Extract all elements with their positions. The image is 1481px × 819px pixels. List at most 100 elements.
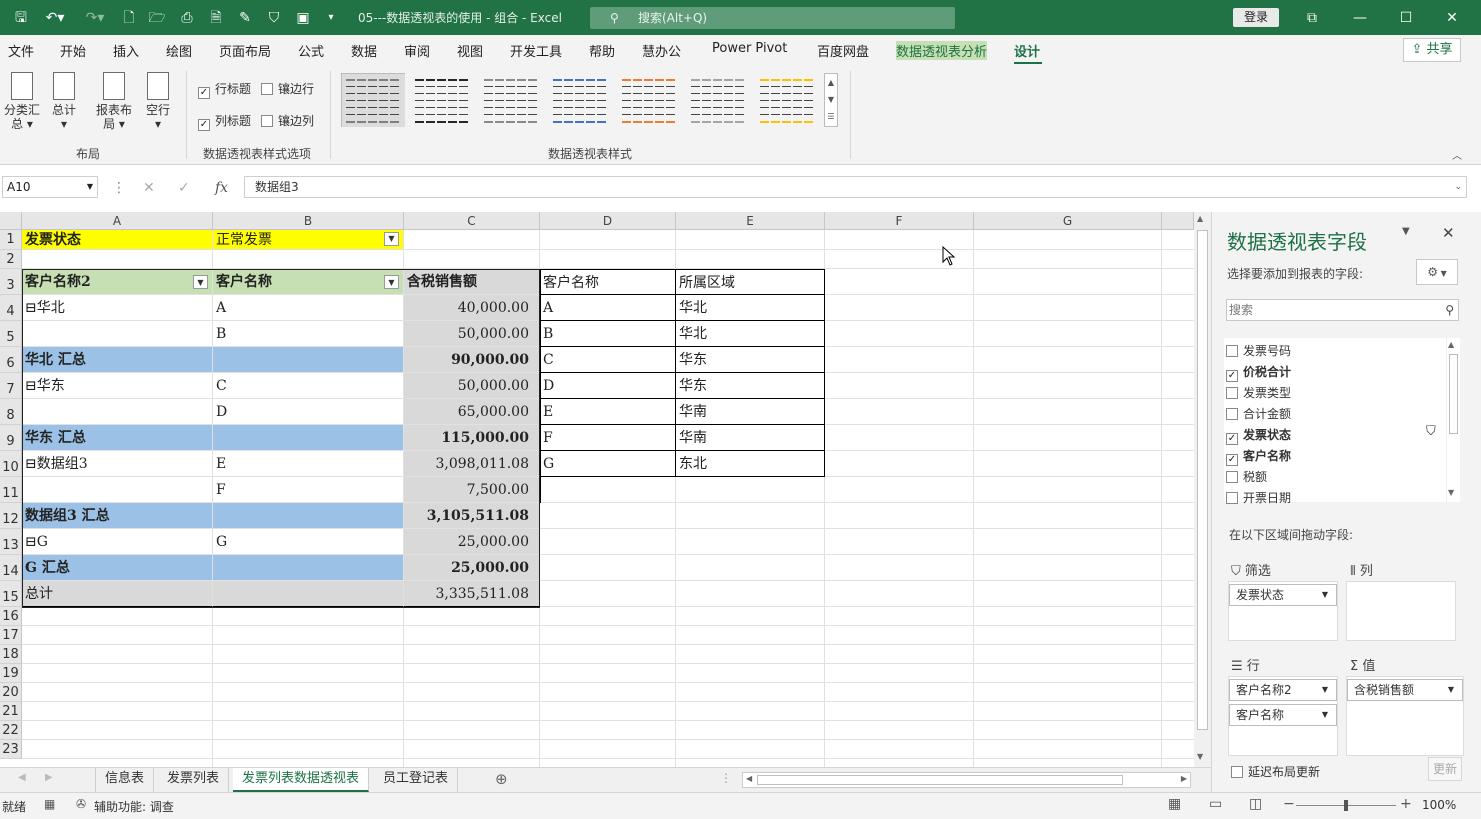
accessibility-status[interactable]: 辅助功能: 调查	[94, 798, 174, 815]
cell-d6[interactable]: C	[540, 347, 676, 373]
collapse-ribbon-icon[interactable]: ︿	[1452, 147, 1462, 162]
tab-page-layout[interactable]: 页面布局	[219, 41, 271, 60]
sheet-tab-invoice-list[interactable]: 发票列表	[158, 768, 230, 792]
column-headers-checkbox[interactable]: ✓ 列标题	[198, 112, 251, 131]
sheet-tab-invoice-pivot[interactable]: 发票列表数据透视表	[233, 768, 370, 792]
save-icon[interactable]: 🖫	[12, 9, 30, 27]
columns-area[interactable]	[1346, 581, 1456, 641]
cell-b8[interactable]: D	[213, 399, 404, 425]
column-header-c[interactable]: C	[404, 212, 540, 230]
row-item-customer-name2[interactable]: 客户名称2 ▼	[1229, 679, 1337, 701]
row-header-5[interactable]: 5	[0, 321, 22, 347]
tab-baidu-netdisk[interactable]: 百度网盘	[817, 41, 869, 60]
tab-help[interactable]: 帮助	[589, 41, 615, 60]
field-customer-name[interactable]: ✓ 客户名称	[1226, 447, 1291, 466]
pivot-style-thumbnail[interactable]	[755, 73, 819, 127]
field-invoice-number[interactable]: 发票号码	[1226, 342, 1291, 359]
sheet-tab-info[interactable]: 信息表	[95, 768, 155, 792]
tab-insert[interactable]: 插入	[113, 41, 139, 60]
row-header-12[interactable]: 12	[0, 503, 22, 529]
tab-formulas[interactable]: 公式	[298, 41, 324, 60]
accessibility-icon[interactable]: ✇	[76, 797, 86, 811]
cell-e9[interactable]: 华南	[676, 425, 825, 451]
sheet-tab-employee[interactable]: 员工登记表	[374, 768, 459, 792]
filter-icon[interactable]: ⛉	[1426, 424, 1436, 439]
tab-pivot-analyze[interactable]: 数据透视表分析	[896, 41, 988, 60]
open-folder-icon[interactable]: 🗁	[148, 9, 166, 27]
row-header-3[interactable]: 3	[0, 269, 22, 295]
cell-b9[interactable]	[213, 425, 404, 451]
scroll-down-icon[interactable]: ▼	[1448, 488, 1454, 497]
print-preview-icon[interactable]: 🗎	[207, 9, 225, 27]
filter-applied-icon[interactable]: ▼	[384, 232, 399, 246]
chevron-up-icon[interactable]: ▲	[828, 78, 834, 87]
dropdown-arrow-icon[interactable]: ▼	[384, 275, 399, 289]
cell-a6[interactable]: 华北 汇总	[22, 347, 213, 373]
cell-c6[interactable]: 90,000.00	[404, 347, 540, 373]
tab-draw[interactable]: 绘图	[166, 41, 192, 60]
gallery-more-icon[interactable]: ☰	[827, 112, 834, 121]
row-headers-checkbox[interactable]: ✓ 行标题	[198, 80, 251, 99]
cell-b6[interactable]	[213, 347, 404, 373]
cell-a9[interactable]: 华东 汇总	[22, 425, 213, 451]
enter-icon[interactable]: ✓	[178, 180, 190, 196]
h-scroll-thumb[interactable]	[757, 775, 1123, 785]
formula-input[interactable]: 数据组3 ⌄	[244, 176, 1467, 198]
close-pane-icon[interactable]: ✕	[1442, 224, 1455, 242]
banded-columns-checkbox[interactable]: 镶边列	[261, 112, 314, 129]
add-sheet-icon[interactable]: ⊕	[495, 770, 508, 788]
cell-e5[interactable]: 华北	[676, 321, 825, 347]
undo-icon[interactable]: ↶▾	[42, 9, 68, 27]
cell-c3[interactable]: 含税销售额	[404, 269, 540, 295]
blank-rows-button[interactable]: 空行 ▾	[142, 72, 174, 131]
zoom-slider-thumb[interactable]	[1344, 800, 1348, 811]
cell-b4[interactable]: A	[213, 295, 404, 321]
cell-a7[interactable]: ⊟华东	[22, 373, 213, 399]
tab-power-pivot[interactable]: Power Pivot	[712, 41, 787, 56]
row-header-6[interactable]: 6	[0, 347, 22, 373]
zoom-level[interactable]: 100%	[1422, 798, 1456, 812]
cell-c14[interactable]: 25,000.00	[404, 555, 540, 581]
field-list-scrollbar[interactable]: ▲ ▼	[1446, 338, 1460, 502]
cell-b7[interactable]: C	[213, 373, 404, 399]
row-header-7[interactable]: 7	[0, 373, 22, 399]
scroll-right-icon[interactable]: ▶	[1181, 774, 1187, 783]
prev-sheet-icon[interactable]: ◀	[18, 772, 26, 783]
row-header-13[interactable]: 13	[0, 529, 22, 555]
page-break-view-icon[interactable]: ◫	[1249, 796, 1262, 812]
row-header-4[interactable]: 4	[0, 295, 22, 321]
cell-c9[interactable]: 115,000.00	[404, 425, 540, 451]
cell-b1[interactable]: 正常发票 ▼	[213, 230, 404, 250]
column-header-e[interactable]: E	[676, 212, 825, 230]
cell-b11[interactable]: F	[213, 477, 404, 503]
cell-d10[interactable]: G	[540, 451, 676, 477]
zoom-out-icon[interactable]: −	[1283, 796, 1295, 812]
cell-c10[interactable]: 3,098,011.08	[404, 451, 540, 477]
cell-b14[interactable]	[213, 555, 404, 581]
vertical-scrollbar[interactable]: ▲ ▼	[1194, 212, 1211, 767]
column-header-g[interactable]: G	[974, 212, 1162, 230]
row-header-17[interactable]: 17	[0, 626, 22, 645]
report-layout-button[interactable]: 报表布局 ▾	[94, 72, 134, 131]
minimize-icon[interactable]: —	[1350, 9, 1370, 27]
cell-a13[interactable]: ⊟G	[22, 529, 213, 555]
row-header-21[interactable]: 21	[0, 702, 22, 721]
insert-function-icon[interactable]: fx	[215, 180, 228, 196]
row-header-20[interactable]: 20	[0, 683, 22, 702]
cell-e7[interactable]: 华东	[676, 373, 825, 399]
chevron-down-icon[interactable]: ▼	[87, 177, 93, 197]
maximize-icon[interactable]: ☐	[1396, 9, 1416, 27]
pane-options-icon[interactable]: ▼	[1402, 226, 1410, 237]
scroll-down-icon[interactable]: ▼	[1197, 752, 1203, 761]
horizontal-scrollbar[interactable]: ◀ ▶	[742, 772, 1191, 788]
row-header-19[interactable]: 19	[0, 664, 22, 683]
scroll-up-icon[interactable]: ▲	[1197, 214, 1203, 223]
field-tax-amount[interactable]: 税额	[1226, 468, 1267, 485]
page-layout-view-icon[interactable]: ▭	[1209, 796, 1222, 812]
tab-home[interactable]: 开始	[60, 41, 86, 60]
cell-b3[interactable]: 客户名称 ▼	[213, 269, 404, 295]
pivot-style-thumbnail[interactable]	[686, 73, 750, 127]
column-header-d[interactable]: D	[540, 212, 676, 230]
cell-e3[interactable]: 所属区域	[676, 269, 825, 295]
cell-a10[interactable]: ⊟数据组3	[22, 451, 213, 477]
